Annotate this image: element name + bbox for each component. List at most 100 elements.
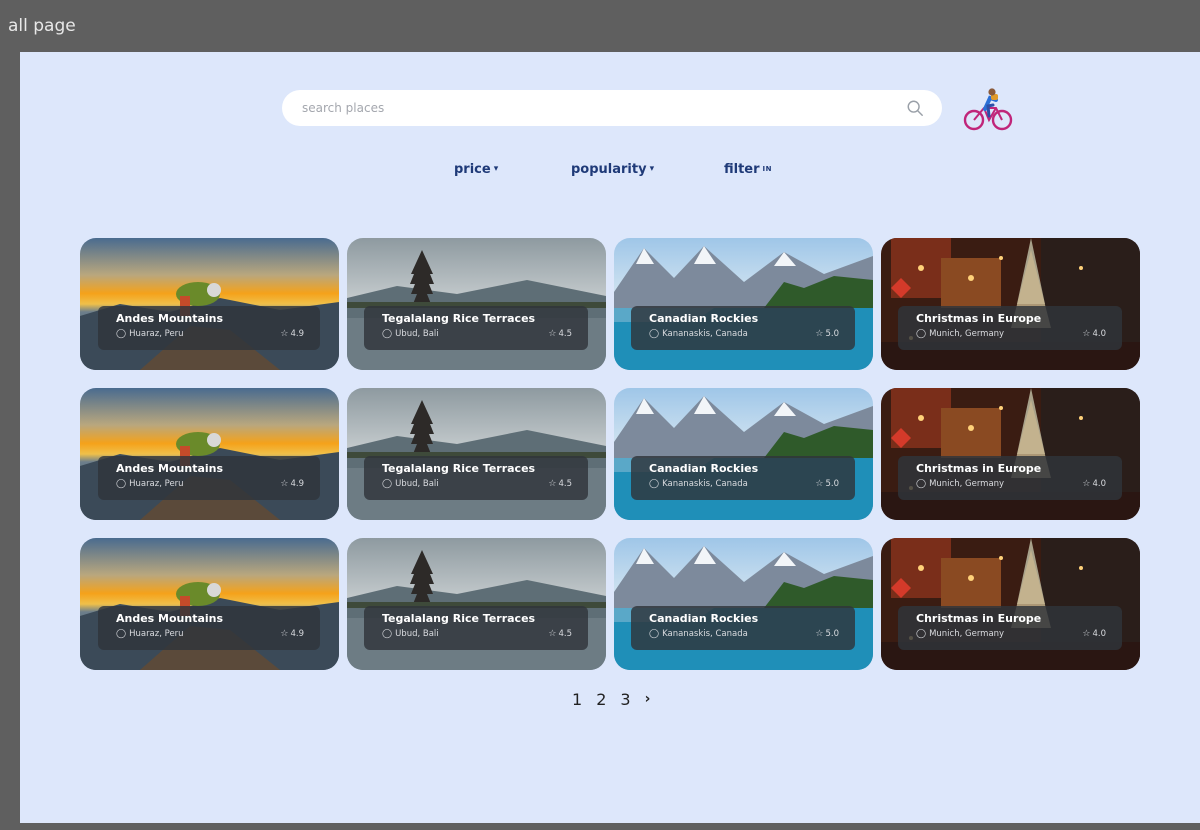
- location-pin-icon: ◯: [916, 479, 927, 489]
- card-title: Christmas in Europe: [916, 612, 1042, 625]
- card-rating: ☆ 4.9: [280, 479, 304, 489]
- card-rating-value: 4.0: [1092, 329, 1106, 339]
- location-pin-icon: ◯: [382, 629, 393, 639]
- card-rating: ☆ 4.5: [548, 629, 572, 639]
- card-rating: ☆ 5.0: [815, 329, 839, 339]
- card-location-text: Munich, Germany: [929, 329, 1005, 339]
- card-location: ◯ Huaraz, Peru: [116, 629, 302, 639]
- destination-card[interactable]: Andes Mountains ◯ Huaraz, Peru ☆ 4.9: [80, 238, 339, 370]
- filter-indicator: IN: [762, 165, 773, 173]
- location-pin-icon: ◯: [649, 329, 660, 339]
- page-2-link[interactable]: 2: [596, 690, 606, 709]
- filter-button-label: filter: [724, 162, 760, 177]
- card-title: Tegalalang Rice Terraces: [382, 612, 536, 625]
- destination-photo: [347, 238, 606, 370]
- card-info-panel: Christmas in Europe ◯ Munich, Germany ☆ 4.…: [898, 306, 1122, 350]
- card-info-panel: Tegalalang Rice Terraces ◯ Ubud, Bali ☆ 4.…: [364, 606, 588, 650]
- filter-button[interactable]: filter IN: [724, 162, 772, 177]
- search-icon[interactable]: [906, 99, 924, 117]
- card-location: ◯ Kananaskis, Canada: [649, 479, 837, 489]
- card-rating-value: 4.9: [290, 329, 304, 339]
- location-pin-icon: ◯: [916, 329, 927, 339]
- star-icon: ☆: [548, 629, 557, 639]
- star-icon: ☆: [280, 629, 289, 639]
- destination-photo: [614, 388, 873, 520]
- star-icon: ☆: [1082, 629, 1091, 639]
- destination-card[interactable]: Canadian Rockies ◯ Kananaskis, Canada ☆ 5.…: [614, 388, 873, 520]
- destination-card[interactable]: Andes Mountains ◯ Huaraz, Peru ☆ 4.9: [80, 538, 339, 670]
- star-icon: ☆: [280, 479, 289, 489]
- card-title: Christmas in Europe: [916, 312, 1042, 325]
- destination-photo: [881, 538, 1140, 670]
- card-rating-value: 4.5: [558, 329, 572, 339]
- destination-photo: [347, 388, 606, 520]
- card-location: ◯ Ubud, Bali: [382, 629, 570, 639]
- card-location: ◯ Huaraz, Peru: [116, 479, 302, 489]
- card-info-panel: Andes Mountains ◯ Huaraz, Peru ☆ 4.9: [98, 306, 320, 350]
- card-info-panel: Christmas in Europe ◯ Munich, Germany ☆ 4.…: [898, 456, 1122, 500]
- price-filter[interactable]: price ▾: [454, 162, 498, 177]
- destination-card[interactable]: Tegalalang Rice Terraces ◯ Ubud, Bali ☆ 4.…: [347, 388, 606, 520]
- card-title: Canadian Rockies: [649, 312, 759, 325]
- destination-photo: [347, 538, 606, 670]
- card-rating-value: 5.0: [825, 629, 839, 639]
- card-title: Andes Mountains: [116, 312, 224, 325]
- destination-photo: [881, 238, 1140, 370]
- card-location: ◯ Munich, Germany: [916, 479, 1104, 489]
- card-title: Canadian Rockies: [649, 462, 759, 475]
- destination-card[interactable]: Tegalalang Rice Terraces ◯ Ubud, Bali ☆ 4.…: [347, 538, 606, 670]
- star-icon: ☆: [280, 329, 289, 339]
- card-title: Tegalalang Rice Terraces: [382, 462, 536, 475]
- card-rating-value: 4.9: [290, 629, 304, 639]
- location-pin-icon: ◯: [916, 629, 927, 639]
- card-rating: ☆ 4.5: [548, 329, 572, 339]
- chevron-down-icon: ▾: [493, 164, 499, 174]
- destination-grid: Andes Mountains ◯ Huaraz, Peru ☆ 4.9 Tegal…: [80, 238, 1142, 670]
- card-rating-value: 4.9: [290, 479, 304, 489]
- search-input[interactable]: [300, 100, 906, 116]
- card-rating: ☆ 4.0: [1082, 629, 1106, 639]
- card-info-panel: Andes Mountains ◯ Huaraz, Peru ☆ 4.9: [98, 606, 320, 650]
- destination-card[interactable]: Christmas in Europe ◯ Munich, Germany ☆ 4.…: [881, 388, 1140, 520]
- card-rating-value: 4.0: [1092, 629, 1106, 639]
- next-page-icon[interactable]: ›: [645, 691, 651, 707]
- star-icon: ☆: [815, 479, 824, 489]
- popularity-filter-label: popularity: [571, 162, 647, 177]
- page-3-link[interactable]: 3: [620, 690, 630, 709]
- card-location-text: Kananaskis, Canada: [662, 479, 748, 489]
- card-title: Christmas in Europe: [916, 462, 1042, 475]
- card-location: ◯ Ubud, Bali: [382, 479, 570, 489]
- destination-photo: [80, 388, 339, 520]
- card-rating: ☆ 4.5: [548, 479, 572, 489]
- card-rating: ☆ 4.9: [280, 329, 304, 339]
- destination-card[interactable]: Christmas in Europe ◯ Munich, Germany ☆ 4.…: [881, 238, 1140, 370]
- card-rating: ☆ 5.0: [815, 629, 839, 639]
- card-location-text: Ubud, Bali: [395, 329, 439, 339]
- destination-card[interactable]: Andes Mountains ◯ Huaraz, Peru ☆ 4.9: [80, 388, 339, 520]
- destination-card[interactable]: Christmas in Europe ◯ Munich, Germany ☆ 4.…: [881, 538, 1140, 670]
- card-rating-value: 5.0: [825, 329, 839, 339]
- card-title: Tegalalang Rice Terraces: [382, 312, 536, 325]
- location-pin-icon: ◯: [116, 479, 127, 489]
- pagination: 1 2 3 ›: [572, 688, 650, 710]
- destination-photo: [614, 538, 873, 670]
- page-1-link[interactable]: 1: [572, 690, 582, 709]
- location-pin-icon: ◯: [116, 329, 127, 339]
- card-location: ◯ Munich, Germany: [916, 629, 1104, 639]
- card-info-panel: Canadian Rockies ◯ Kananaskis, Canada ☆ 5.…: [631, 306, 855, 350]
- card-rating-value: 4.0: [1092, 479, 1106, 489]
- popularity-filter[interactable]: popularity ▾: [571, 162, 654, 177]
- card-info-panel: Christmas in Europe ◯ Munich, Germany ☆ 4.…: [898, 606, 1122, 650]
- cyclist-icon[interactable]: [962, 86, 1014, 132]
- card-rating: ☆ 4.0: [1082, 479, 1106, 489]
- card-rating-value: 5.0: [825, 479, 839, 489]
- location-pin-icon: ◯: [382, 479, 393, 489]
- destination-card[interactable]: Canadian Rockies ◯ Kananaskis, Canada ☆ 5.…: [614, 538, 873, 670]
- location-pin-icon: ◯: [382, 329, 393, 339]
- search-bar[interactable]: [282, 90, 942, 126]
- sort-filter-bar: price ▾ popularity ▾ filter IN: [20, 162, 1200, 186]
- price-filter-label: price: [454, 162, 491, 177]
- card-location-text: Kananaskis, Canada: [662, 629, 748, 639]
- destination-card[interactable]: Tegalalang Rice Terraces ◯ Ubud, Bali ☆ 4.…: [347, 238, 606, 370]
- destination-card[interactable]: Canadian Rockies ◯ Kananaskis, Canada ☆ 5.…: [614, 238, 873, 370]
